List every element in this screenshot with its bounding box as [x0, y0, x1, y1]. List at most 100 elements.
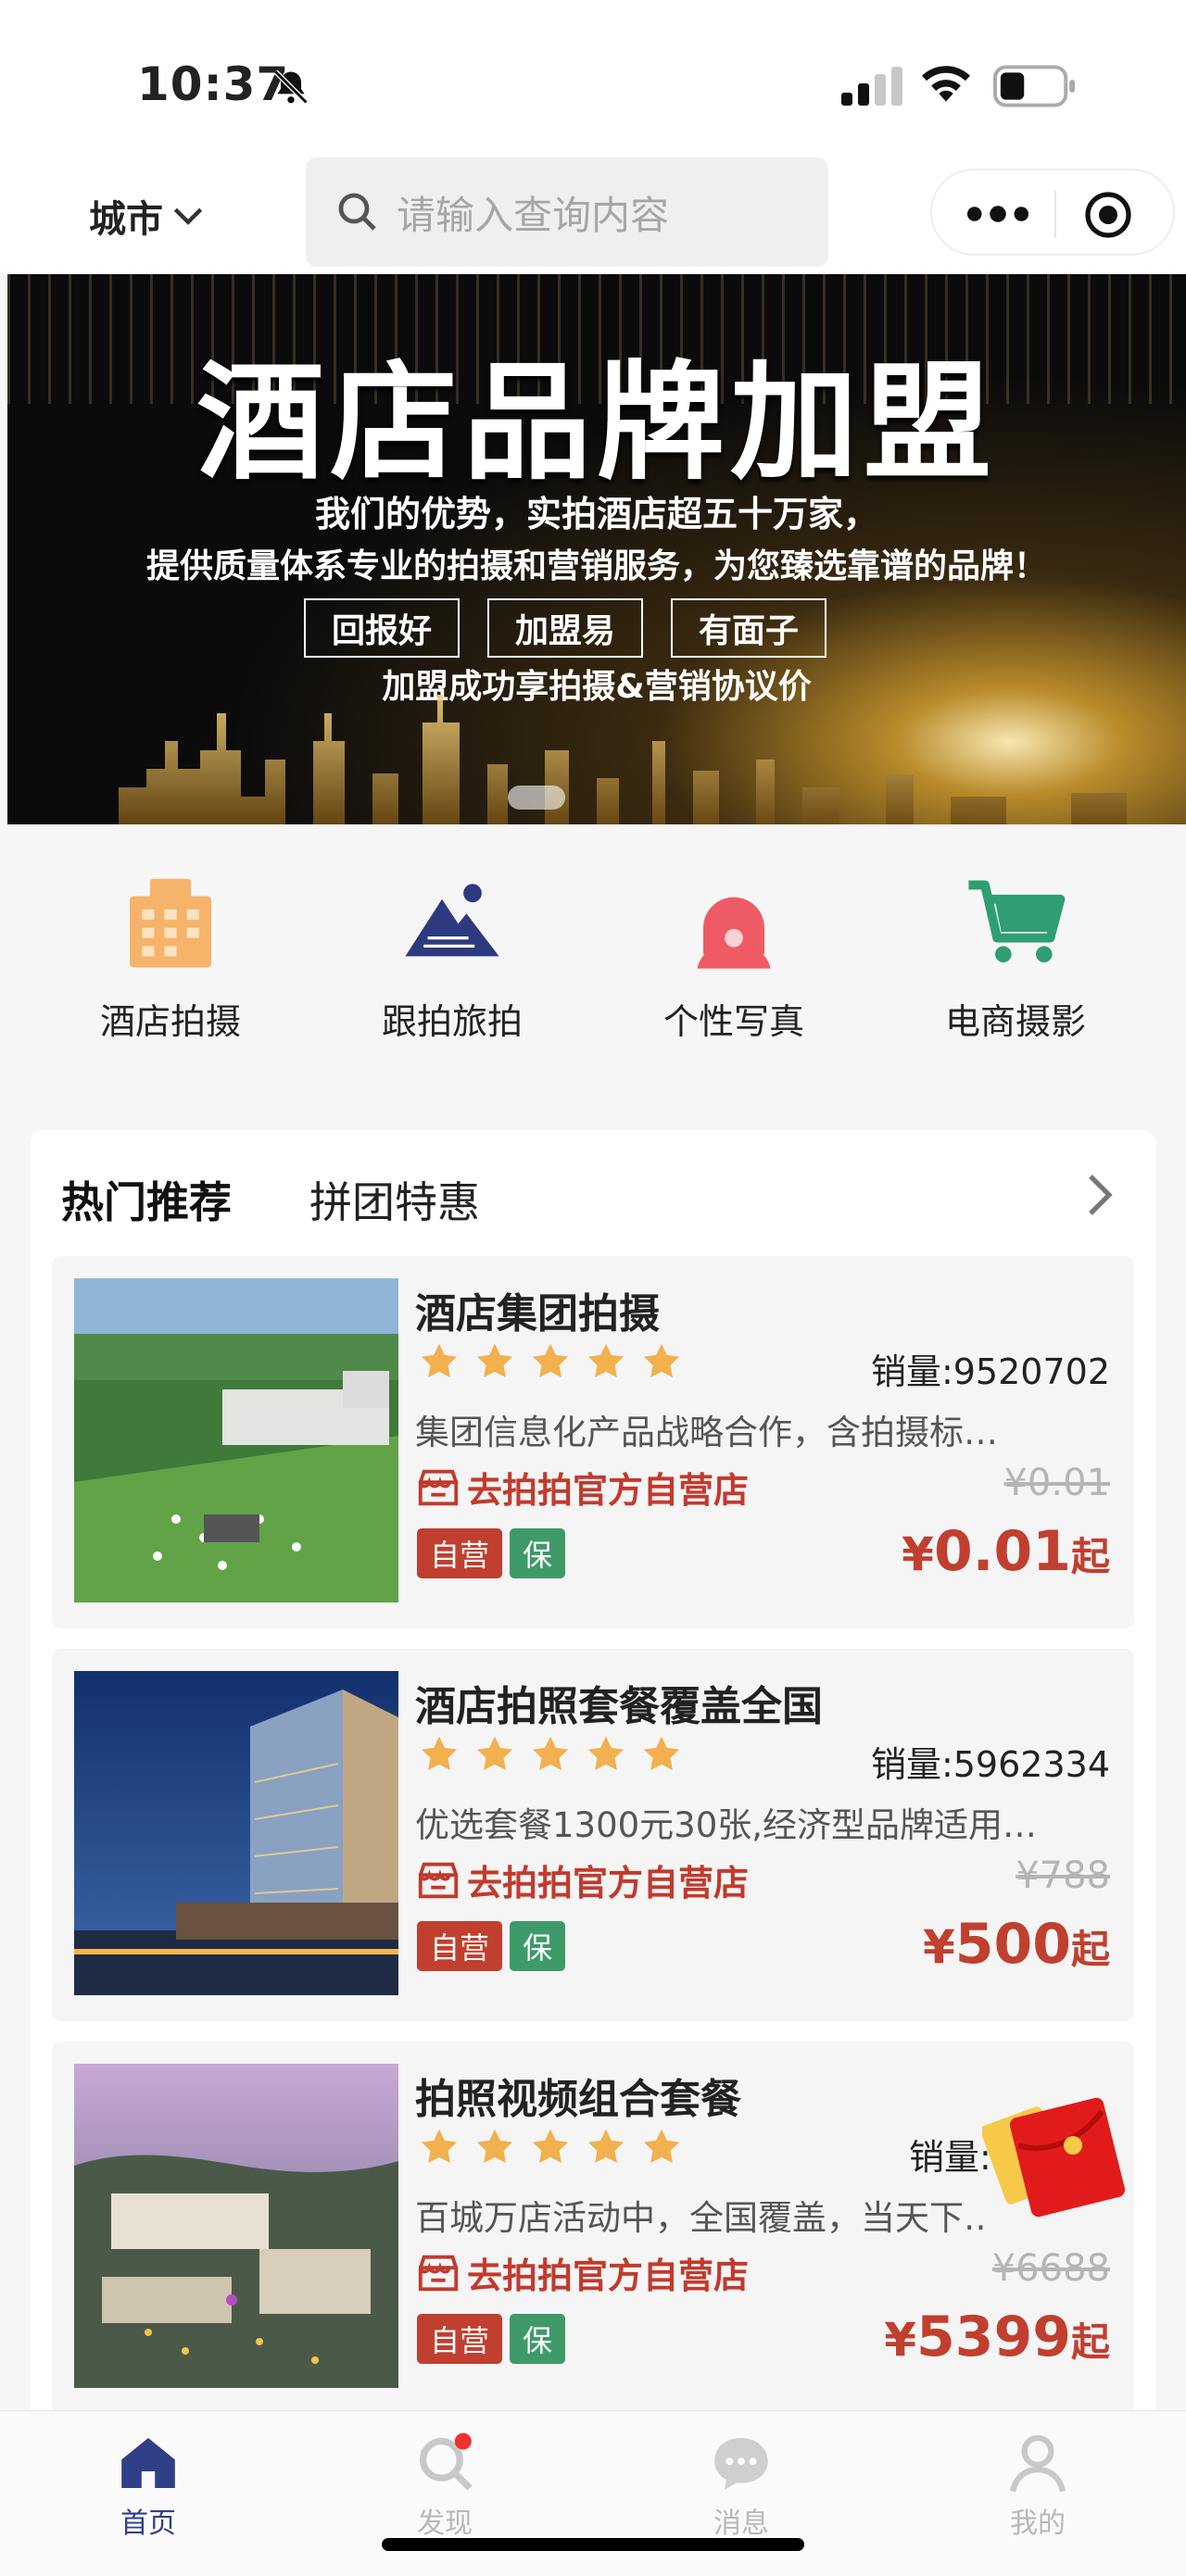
city-selector[interactable]: 城市 [89, 189, 204, 243]
category-travel-photo[interactable]: 跟拍旅拍 [341, 871, 563, 1044]
hotel-building-icon [130, 878, 211, 968]
capsule-divider [1054, 191, 1056, 237]
tab-home[interactable]: 首页 [74, 2430, 222, 2541]
tab-label: 消息 [713, 2507, 769, 2540]
close-target-icon[interactable] [1084, 191, 1132, 239]
category-label: 电商摄影 [944, 1001, 1086, 1042]
portrait-icon [697, 897, 771, 969]
chevron-right-icon[interactable] [1086, 1173, 1114, 1217]
product-card[interactable]: 酒店集团拍摄 销量:9520702 集团信息化产品战略合作，含拍摄标… 去拍拍官… [52, 1256, 1134, 1628]
sale-price: ¥ 500 起 [923, 1912, 1110, 1977]
banner-pager-dot [508, 785, 565, 810]
star-icon [476, 1343, 513, 1378]
banner-title: 酒店品牌加盟 [196, 348, 997, 497]
self-operated-badge: 自营 [417, 2314, 503, 2364]
shop-link[interactable]: 去拍拍官方自营店 [415, 1462, 749, 1513]
discover-search-icon [420, 2432, 473, 2491]
price-value: 0.01 [933, 1519, 1071, 1584]
tab-label: 发现 [417, 2507, 473, 2540]
mountain-icon [405, 884, 499, 957]
price-suffix: 起 [1070, 1534, 1110, 1579]
banner-tag: 加盟易 [487, 598, 644, 658]
banner-tag: 有面子 [671, 598, 827, 658]
price-value: 5399 [915, 2305, 1071, 2369]
bell-muted-icon [273, 69, 309, 105]
bottom-tab-bar: 首页 发现 消息 我的 [0, 2410, 1186, 2576]
search-icon [338, 193, 376, 231]
shop-link[interactable]: 去拍拍官方自营店 [415, 1854, 749, 1905]
product-description: 集团信息化产品战略合作，含拍摄标… [415, 1413, 998, 1452]
product-description: 优选套餐1300元30张,经济型品牌适用… [415, 1805, 1038, 1845]
banner-tags: 回报好 加盟易 有面子 [304, 598, 827, 658]
battery-icon [993, 65, 1076, 107]
rating-stars [419, 2127, 682, 2168]
sales-count: 销量:9520702 [870, 1351, 1110, 1392]
product-badges: 自营 保 [417, 1921, 566, 1971]
category-portrait[interactable]: 个性写真 [623, 871, 845, 1044]
original-price: ¥788 [1016, 1854, 1110, 1897]
category-ecommerce-photo[interactable]: 电商摄影 [904, 871, 1127, 1044]
more-dots-icon[interactable] [965, 198, 1030, 230]
product-card[interactable]: 酒店拍照套餐覆盖全国 销量:5962334 优选套餐1300元30张,经济型品牌… [52, 1649, 1134, 2021]
price-currency: ¥ [902, 1527, 934, 1581]
guarantee-badge: 保 [510, 1528, 566, 1578]
chevron-down-icon [173, 207, 203, 225]
shopping-cart-icon [968, 880, 1066, 962]
miniprogram-capsule [930, 169, 1175, 256]
tab-label: 我的 [1010, 2507, 1066, 2540]
category-hotel-photo[interactable]: 酒店拍摄 [59, 871, 282, 1044]
city-label: 城市 [89, 198, 163, 241]
tab-profile[interactable]: 我的 [964, 2430, 1112, 2541]
red-envelope-icon[interactable] [982, 2097, 1130, 2218]
star-icon [476, 1736, 513, 1771]
star-icon [643, 2129, 680, 2164]
product-image [74, 2064, 398, 2388]
rating-stars [419, 1341, 682, 1382]
guarantee-badge: 保 [510, 2314, 566, 2364]
tab-group-deals[interactable]: 拼团特惠 [309, 1169, 480, 1230]
price-currency: ¥ [884, 2313, 916, 2367]
tab-hot-recommend[interactable]: 热门推荐 [61, 1169, 232, 1230]
original-price: ¥0.01 [1003, 1462, 1110, 1504]
rating-stars [419, 1734, 682, 1775]
search-input[interactable]: 请输入查询内容 [306, 157, 828, 267]
cellular-signal-icon [841, 67, 902, 106]
price-suffix: 起 [1070, 2319, 1110, 2365]
self-operated-badge: 自营 [417, 1921, 503, 1971]
shop-link[interactable]: 去拍拍官方自营店 [415, 2247, 749, 2298]
shop-name: 去拍拍官方自营店 [467, 1470, 750, 1511]
sale-price: ¥ 5399 起 [884, 2305, 1110, 2369]
star-icon [421, 1736, 458, 1771]
product-title: 拍照视频组合套餐 [415, 2076, 741, 2123]
hotel-aerial-image [74, 1278, 398, 1602]
store-icon [418, 1469, 459, 1505]
tab-messages[interactable]: 消息 [667, 2430, 815, 2541]
resort-aerial-image [74, 2064, 398, 2388]
product-card[interactable]: 拍照视频组合套餐 销量:5 百城万店活动中，全国覆盖，当天下… 去拍拍官方自营店… [52, 2042, 1134, 2414]
tab-discover[interactable]: 发现 [371, 2430, 519, 2541]
star-icon [532, 2129, 569, 2164]
promo-banner[interactable]: 酒店品牌加盟 我们的优势，实拍酒店超五十万家， 提供质量体系专业的拍摄和营销服务… [7, 274, 1186, 824]
search-placeholder: 请输入查询内容 [397, 192, 670, 238]
self-operated-badge: 自营 [417, 1528, 503, 1578]
original-price: ¥6688 [991, 2247, 1110, 2290]
product-title: 酒店集团拍摄 [415, 1290, 660, 1338]
product-badges: 自营 保 [417, 1528, 566, 1578]
status-bar: 10:37 [0, 0, 1186, 148]
star-icon [643, 1343, 680, 1378]
star-icon [421, 1343, 458, 1378]
product-badges: 自营 保 [417, 2314, 566, 2364]
sale-price: ¥ 0.01 起 [902, 1519, 1110, 1584]
banner-tag: 回报好 [304, 598, 461, 658]
shop-name: 去拍拍官方自营店 [467, 1863, 750, 1904]
category-label: 个性写真 [662, 1001, 804, 1042]
category-label: 酒店拍摄 [99, 1001, 241, 1042]
banner-line-1: 我们的优势，实拍酒店超五十万家， [314, 494, 878, 534]
profile-icon [1009, 2434, 1066, 2493]
sales-count: 销量:5962334 [870, 1744, 1110, 1785]
product-title: 酒店拍照套餐覆盖全国 [415, 1683, 823, 1730]
home-icon [121, 2438, 175, 2488]
shop-name: 去拍拍官方自营店 [467, 2256, 750, 2296]
product-description: 百城万店活动中，全国覆盖，当天下… [415, 2198, 990, 2238]
star-icon [587, 1736, 625, 1771]
